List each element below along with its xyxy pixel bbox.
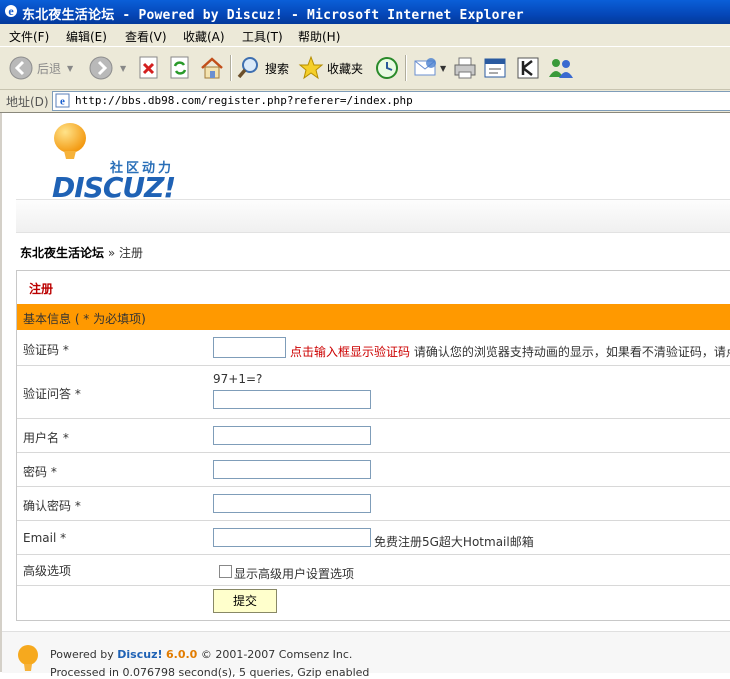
captcha-row: 验证码 * 点击输入框显示验证码 请确认您的浏览器支持动画的显示，如果看不清验证… xyxy=(17,331,730,366)
stop-button[interactable] xyxy=(138,53,160,83)
forward-button[interactable]: ▼ xyxy=(88,53,126,83)
back-arrow-icon xyxy=(9,56,33,80)
ie-icon: e xyxy=(5,4,17,18)
qa-row: 验证问答 * 97+1=? xyxy=(17,366,730,419)
stop-icon xyxy=(139,56,158,79)
breadcrumb-current: » 注册 xyxy=(107,246,144,260)
nav-band xyxy=(16,199,730,233)
messenger-button[interactable] xyxy=(547,53,575,83)
research-icon xyxy=(517,57,539,79)
password-row: 密码 * xyxy=(17,453,730,487)
form-title: 注册 xyxy=(29,282,54,296)
footer-processed: Processed in 0.076798 second(s), 5 queri… xyxy=(50,666,370,679)
forward-arrow-icon xyxy=(89,56,113,80)
star-icon xyxy=(298,55,324,80)
confirm-password-row: 确认密码 * xyxy=(17,487,730,521)
email-row: Email * 免费注册5G超大Hotmail邮箱 xyxy=(17,521,730,555)
window-title: 东北夜生活论坛 - Powered by Discuz! - Microsoft… xyxy=(22,8,524,23)
confirm-password-input[interactable] xyxy=(213,494,371,513)
qa-question: 97+1=? xyxy=(213,372,263,386)
search-label: 搜索 xyxy=(265,61,290,76)
submit-button[interactable]: 提交 xyxy=(213,589,277,613)
search-button[interactable]: 搜索 xyxy=(236,53,289,83)
menu-edit[interactable]: 编辑(E) xyxy=(66,28,107,45)
home-button[interactable] xyxy=(199,53,225,83)
discuz-bulb-icon xyxy=(18,645,38,671)
back-label: 后退 xyxy=(37,61,62,76)
toolbar-separator xyxy=(405,55,407,81)
refresh-button[interactable] xyxy=(169,53,191,83)
email-hint-link[interactable]: 免费注册5G超大Hotmail邮箱 xyxy=(374,533,534,550)
messenger-icon xyxy=(549,59,573,78)
menu-bar: 文件(F) 编辑(E) 查看(V) 收藏(A) 工具(T) 帮助(H) xyxy=(0,24,730,47)
advanced-checkbox[interactable] xyxy=(219,565,232,578)
captcha-hint: 请确认您的浏览器支持动画的显示，如果看不清验证码，请点 xyxy=(413,345,730,359)
menu-help[interactable]: 帮助(H) xyxy=(298,28,340,45)
confirm-password-label: 确认密码 * xyxy=(23,499,81,513)
refresh-icon xyxy=(170,56,189,79)
printer-icon xyxy=(454,57,476,79)
favorites-label: 收藏夹 xyxy=(327,61,364,76)
section-header-text: 基本信息 ( * 为必填项) xyxy=(23,312,146,326)
breadcrumb: 东北夜生活论坛 » 注册 xyxy=(20,244,143,261)
home-icon xyxy=(201,57,223,79)
address-bar: 地址(D) e http://bbs.db98.com/register.php… xyxy=(0,90,730,113)
section-header: 基本信息 ( * 为必填项) xyxy=(17,304,730,330)
forward-dropdown-icon[interactable]: ▼ xyxy=(120,64,126,73)
favorites-button[interactable]: 收藏夹 xyxy=(298,53,363,83)
footer-brand-link[interactable]: Discuz! xyxy=(117,648,162,661)
advanced-checkbox-label[interactable]: 显示高级用户设置选项 xyxy=(234,565,354,582)
password-input[interactable] xyxy=(213,460,371,479)
mail-dropdown-icon[interactable]: ▼ xyxy=(440,64,446,73)
qa-answer-input[interactable] xyxy=(213,390,371,409)
edit-button[interactable] xyxy=(482,53,508,83)
discuz-logo[interactable]: 社区动力 DISCUZ! xyxy=(52,121,192,204)
mail-icon xyxy=(414,58,436,76)
advanced-label: 高级选项 xyxy=(23,564,72,578)
menu-file[interactable]: 文件(F) xyxy=(9,28,49,45)
captcha-input[interactable] xyxy=(213,337,286,358)
edit-page-icon xyxy=(484,58,506,78)
address-label: 地址(D) xyxy=(6,95,49,109)
password-label: 密码 * xyxy=(23,465,57,479)
page-icon: e xyxy=(55,93,70,108)
footer-powered-text: Powered by xyxy=(50,648,114,661)
svg-text:e: e xyxy=(8,4,14,18)
discuss-button[interactable] xyxy=(515,53,541,83)
register-form: 注册 基本信息 ( * 为必填项) 验证码 * 点击输入框显示验证码 请确认您的… xyxy=(16,270,730,621)
page-footer: Powered by Discuz! 6.0.0 © 2001-2007 Com… xyxy=(2,631,730,679)
address-input[interactable]: e http://bbs.db98.com/register.php?refer… xyxy=(52,91,730,111)
captcha-label: 验证码 * xyxy=(23,343,69,357)
username-row: 用户名 * xyxy=(17,419,730,453)
lightbulb-icon xyxy=(54,123,86,159)
email-input[interactable] xyxy=(213,528,371,547)
toolbar-separator xyxy=(230,55,232,81)
captcha-show-link[interactable]: 点击输入框显示验证码 xyxy=(290,345,410,359)
history-button[interactable] xyxy=(374,53,400,83)
breadcrumb-forum-link[interactable]: 东北夜生活论坛 xyxy=(20,246,104,260)
footer-powered: Powered by Discuz! 6.0.0 © 2001-2007 Com… xyxy=(50,648,352,661)
back-button[interactable]: 后退 ▼ xyxy=(8,53,73,83)
email-label: Email * xyxy=(23,531,67,545)
footer-copyright[interactable]: © 2001-2007 Comsenz Inc. xyxy=(201,648,353,661)
username-label: 用户名 * xyxy=(23,431,69,445)
back-dropdown-icon[interactable]: ▼ xyxy=(67,64,73,73)
advanced-row: 高级选项 显示高级用户设置选项 xyxy=(17,555,730,586)
qa-label: 验证问答 * xyxy=(23,387,81,401)
window-titlebar: e 东北夜生活论坛 - Powered by Discuz! - Microso… xyxy=(0,0,730,24)
page-content: 社区动力 DISCUZ! 东北夜生活论坛 » 注册 注册 基本信息 ( * 为必… xyxy=(0,113,730,679)
print-button[interactable] xyxy=(452,53,478,83)
mail-button[interactable]: ▼ xyxy=(413,53,446,83)
toolbar: 后退 ▼ ▼ 搜索 收藏夹 ▼ xyxy=(0,47,730,90)
menu-view[interactable]: 查看(V) xyxy=(125,28,167,45)
history-icon xyxy=(376,57,398,79)
menu-tools[interactable]: 工具(T) xyxy=(242,28,283,45)
menu-favorites[interactable]: 收藏(A) xyxy=(183,28,225,45)
footer-version: 6.0.0 xyxy=(166,648,198,661)
svg-text:e: e xyxy=(60,96,65,108)
search-icon xyxy=(237,57,258,79)
username-input[interactable] xyxy=(213,426,371,445)
address-url: http://bbs.db98.com/register.php?referer… xyxy=(75,94,413,107)
